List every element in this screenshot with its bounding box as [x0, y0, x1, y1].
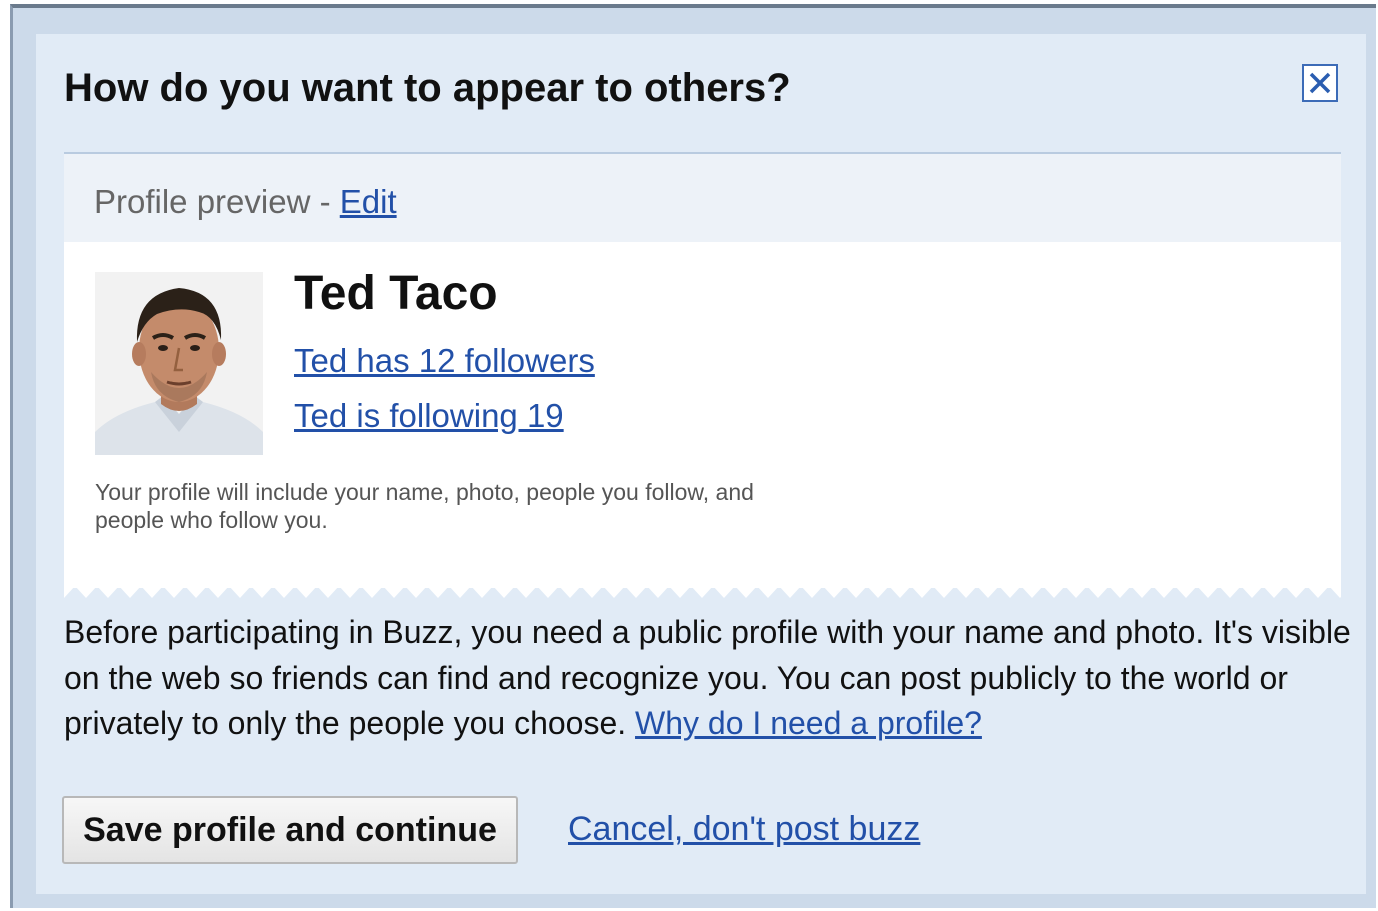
profile-dialog: How do you want to appear to others? Pro… [36, 34, 1366, 894]
preview-header-text: Profile preview - Edit [94, 183, 397, 221]
preview-body: Ted Taco Ted has 12 followers Ted is fol… [64, 242, 1341, 588]
close-button[interactable] [1302, 64, 1338, 102]
why-profile-link[interactable]: Why do I need a profile? [635, 705, 982, 741]
zigzag-edge [64, 584, 1341, 598]
profile-photo [95, 272, 263, 455]
edit-profile-link[interactable]: Edit [340, 183, 397, 220]
profile-description: Before participating in Buzz, you need a… [64, 610, 1354, 747]
cancel-link[interactable]: Cancel, don't post buzz [568, 810, 920, 849]
save-profile-button[interactable]: Save profile and continue [62, 796, 518, 864]
avatar [95, 272, 263, 455]
preview-header-label: Profile preview - [94, 183, 340, 220]
following-link[interactable]: Ted is following 19 [294, 397, 564, 435]
profile-preview: Profile preview - Edit Ted Taco Ted has … [64, 154, 1341, 598]
dialog-title: How do you want to appear to others? [64, 66, 791, 110]
close-icon [1309, 72, 1331, 94]
profile-note: Your profile will include your name, pho… [95, 479, 754, 533]
profile-name: Ted Taco [294, 267, 498, 320]
preview-header: Profile preview - Edit [64, 154, 1341, 242]
followers-link[interactable]: Ted has 12 followers [294, 342, 595, 380]
